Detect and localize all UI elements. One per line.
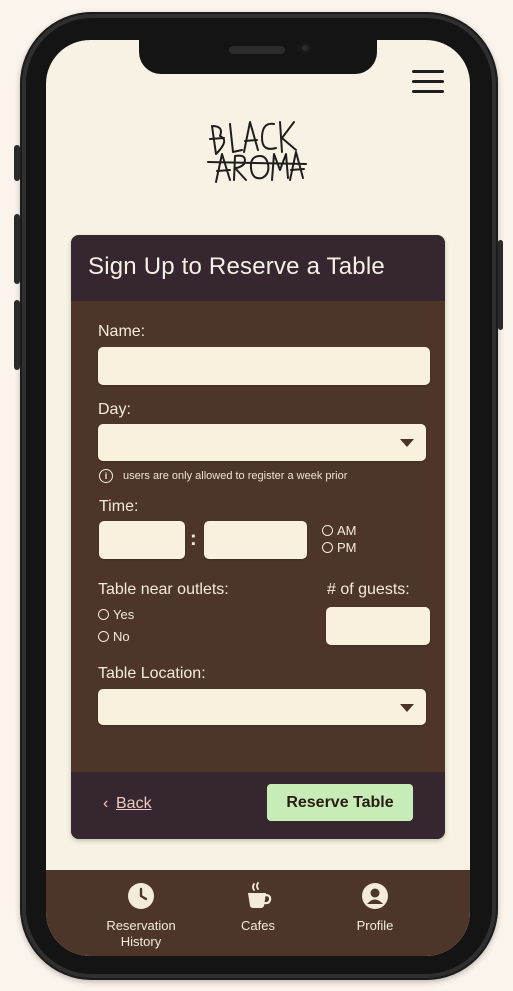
nav-item-profile[interactable]: Profile bbox=[320, 870, 430, 956]
outlets-yes-radio[interactable] bbox=[98, 609, 109, 620]
outlets-no-label: No bbox=[113, 629, 130, 644]
side-button-mute bbox=[14, 145, 20, 181]
chevron-down-icon bbox=[400, 439, 414, 447]
am-radio[interactable] bbox=[322, 525, 333, 536]
nav-item-cafes[interactable]: Cafes bbox=[203, 870, 313, 956]
day-select[interactable] bbox=[98, 424, 426, 461]
outlets-label: Table near outlets: bbox=[98, 581, 229, 598]
nav-item-reservation-history[interactable]: Reservation History bbox=[86, 870, 196, 956]
time-label: Time: bbox=[99, 498, 139, 515]
side-button-power bbox=[498, 240, 503, 330]
hamburger-menu-button[interactable] bbox=[412, 70, 444, 96]
clock-icon bbox=[128, 883, 154, 909]
outlets-no-radio[interactable] bbox=[98, 631, 109, 642]
side-button-volume-down bbox=[14, 300, 20, 370]
menu-bar-icon bbox=[412, 90, 444, 93]
name-input[interactable] bbox=[98, 347, 430, 385]
user-icon bbox=[362, 883, 388, 909]
guests-input[interactable] bbox=[326, 607, 430, 645]
nav-label-reservation-history: Reservation History bbox=[106, 918, 176, 949]
menu-bar-icon bbox=[412, 80, 444, 83]
card-footer: ‹ Back Reserve Table bbox=[71, 772, 445, 839]
am-label: AM bbox=[337, 523, 357, 538]
name-label: Name: bbox=[98, 323, 146, 340]
day-label: Day: bbox=[98, 401, 131, 418]
app-screen: Sign Up to Reserve a Table Name: Day: i … bbox=[46, 40, 470, 956]
nav-label-cafes: Cafes bbox=[241, 918, 275, 933]
day-note: users are only allowed to register a wee… bbox=[123, 470, 348, 482]
location-select[interactable] bbox=[98, 689, 426, 725]
card-header: Sign Up to Reserve a Table bbox=[71, 235, 445, 301]
coffee-cup-icon bbox=[248, 882, 272, 908]
minute-input[interactable] bbox=[204, 521, 307, 559]
notch bbox=[139, 40, 377, 74]
logo-icon bbox=[207, 121, 307, 183]
pm-radio[interactable] bbox=[322, 542, 333, 553]
outlets-yes-label: Yes bbox=[113, 607, 135, 622]
reservation-form-card: Sign Up to Reserve a Table Name: Day: i … bbox=[71, 235, 445, 839]
reserve-table-button[interactable]: Reserve Table bbox=[267, 784, 413, 821]
chevron-left-icon: ‹ bbox=[103, 795, 109, 812]
brand-logo bbox=[204, 108, 308, 186]
chevron-down-icon bbox=[400, 704, 414, 712]
back-label: Back bbox=[116, 795, 152, 812]
guests-label: # of guests: bbox=[327, 581, 410, 598]
bottom-nav: Reservation History Cafes Profile bbox=[46, 870, 470, 956]
front-camera bbox=[299, 42, 311, 54]
location-label: Table Location: bbox=[98, 665, 206, 682]
menu-bar-icon bbox=[412, 70, 444, 73]
side-button-volume-up bbox=[14, 214, 20, 284]
form-title: Sign Up to Reserve a Table bbox=[88, 253, 385, 280]
pm-label: PM bbox=[337, 540, 357, 555]
nav-label-profile: Profile bbox=[356, 918, 394, 933]
time-separator: : bbox=[190, 528, 197, 550]
speaker bbox=[229, 46, 285, 54]
hour-input[interactable] bbox=[99, 521, 185, 559]
info-icon: i bbox=[99, 469, 113, 483]
